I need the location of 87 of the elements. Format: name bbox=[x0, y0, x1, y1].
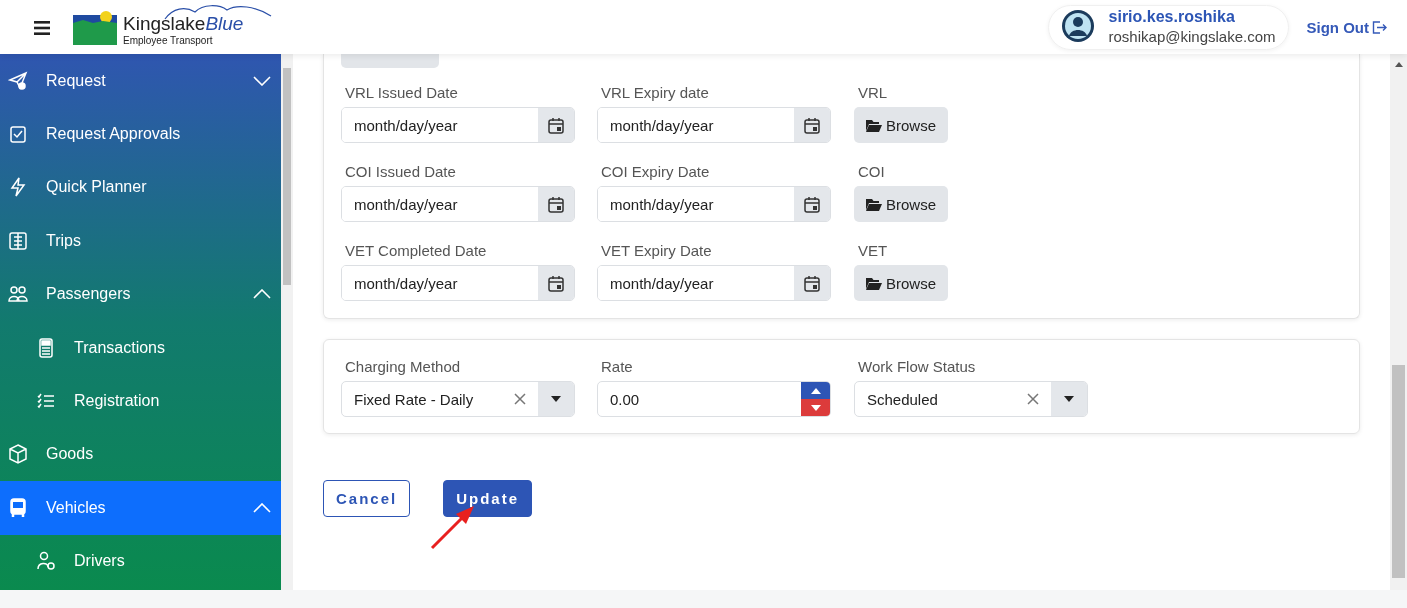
sidebar-label: Quick Planner bbox=[46, 178, 148, 197]
date-field[interactable]: month/day/year bbox=[341, 107, 575, 143]
field-label: Work Flow Status bbox=[857, 358, 977, 375]
calendar-icon bbox=[548, 116, 564, 134]
sidebar-label: Trips bbox=[46, 231, 82, 250]
check-icon bbox=[8, 124, 28, 145]
field-label: VET Expiry Date bbox=[600, 242, 713, 259]
sidebar-item[interactable]: Goods bbox=[0, 427, 281, 482]
avatar-icon bbox=[1060, 9, 1095, 43]
folder-icon bbox=[866, 276, 882, 290]
field-label: COI bbox=[857, 163, 885, 180]
dropdown-caret-icon[interactable] bbox=[551, 396, 561, 402]
calendar-icon bbox=[804, 116, 820, 134]
logo-icon bbox=[73, 9, 119, 45]
browse-button[interactable]: Browse bbox=[854, 265, 949, 301]
field-label: Rate bbox=[600, 358, 634, 375]
sidebar-item[interactable]: Vehicles bbox=[0, 481, 281, 535]
select-value: Scheduled bbox=[866, 389, 939, 410]
sidebar-label: Registration bbox=[74, 392, 161, 411]
sidebar-item[interactable]: Quick Planner bbox=[0, 160, 281, 215]
number-field[interactable]: 0.00 bbox=[597, 381, 831, 417]
sign-out-link[interactable]: Sign Out bbox=[1306, 18, 1387, 36]
clear-icon[interactable] bbox=[1027, 393, 1039, 405]
select-field[interactable]: Scheduled bbox=[854, 381, 1088, 417]
box-icon bbox=[8, 444, 28, 465]
date-field[interactable]: month/day/year bbox=[597, 107, 831, 143]
logo-tagline: Employee Transport bbox=[123, 34, 214, 46]
select-field[interactable]: Fixed Rate - Daily bbox=[341, 381, 575, 417]
user-email: roshikap@kingslake.com bbox=[1108, 27, 1276, 45]
driver-icon bbox=[36, 551, 56, 572]
field-label: COI Issued Date bbox=[344, 163, 457, 180]
sidebar-item[interactable]: Registration bbox=[0, 374, 281, 428]
sidebar-item[interactable]: Transactions bbox=[0, 320, 281, 375]
sidebar-item[interactable]: Passengers bbox=[0, 267, 281, 321]
sidebar-label: Drivers bbox=[74, 552, 126, 571]
logo-text: Kingslake bbox=[123, 14, 206, 35]
calendar-icon bbox=[804, 274, 820, 292]
update-button[interactable]: Update bbox=[443, 480, 533, 517]
sidebar-item[interactable]: Drivers bbox=[0, 534, 281, 588]
field-label: VRL Expiry date bbox=[600, 84, 710, 101]
plane-icon bbox=[8, 70, 28, 91]
increment-icon[interactable] bbox=[801, 382, 830, 399]
date-field[interactable]: month/day/year bbox=[597, 265, 831, 301]
sidebar-item[interactable]: Trips bbox=[0, 214, 281, 268]
field-label: VRL bbox=[857, 84, 888, 101]
sidebar-item[interactable]: Request Approvals bbox=[0, 107, 281, 161]
scroll-up-icon[interactable] bbox=[1395, 62, 1403, 67]
folder-icon bbox=[866, 118, 882, 132]
date-field[interactable]: month/day/year bbox=[341, 265, 575, 301]
sidebar-label: Vehicles bbox=[46, 498, 107, 517]
dropdown-caret-icon[interactable] bbox=[1064, 396, 1074, 402]
logo-text: Blue bbox=[205, 14, 244, 35]
browse-button[interactable]: Browse bbox=[854, 186, 949, 222]
select-value: Fixed Rate - Daily bbox=[353, 389, 475, 410]
field-label: VRL Issued Date bbox=[344, 84, 459, 101]
people-icon bbox=[8, 284, 28, 305]
sign-out-icon bbox=[1372, 20, 1387, 34]
scrollbar[interactable] bbox=[281, 54, 293, 590]
folder-icon bbox=[866, 197, 882, 211]
building-icon bbox=[8, 230, 28, 251]
scrollbar[interactable] bbox=[1390, 54, 1407, 590]
browse-button[interactable]: Browse bbox=[854, 107, 949, 143]
calendar-icon bbox=[548, 274, 564, 292]
sidebar-label: Passengers bbox=[46, 285, 132, 304]
field-label: VET bbox=[857, 242, 888, 259]
bolt-icon bbox=[8, 177, 28, 198]
date-field[interactable]: month/day/year bbox=[597, 186, 831, 222]
calendar-icon bbox=[804, 195, 820, 213]
field-label: Charging Method bbox=[344, 358, 462, 375]
sidebar-item[interactable]: Request bbox=[0, 54, 281, 108]
cancel-button[interactable]: Cancel bbox=[323, 480, 411, 517]
rate-value: 0.00 bbox=[609, 389, 641, 410]
field-label: COI Expiry Date bbox=[600, 163, 711, 180]
decrement-icon[interactable] bbox=[801, 399, 830, 416]
menu-icon[interactable] bbox=[34, 21, 50, 35]
field-label: VET Completed Date bbox=[344, 242, 488, 259]
bus-icon bbox=[8, 497, 28, 518]
user-name: sirio.kes.roshika bbox=[1108, 7, 1236, 26]
user-card[interactable]: sirio.kes.roshika roshikap@kingslake.com bbox=[1047, 4, 1289, 50]
calendar-icon bbox=[548, 195, 564, 213]
calc-icon bbox=[36, 337, 56, 358]
sidebar-label: Request bbox=[46, 71, 107, 90]
clear-icon[interactable] bbox=[514, 393, 526, 405]
sidebar-label: Goods bbox=[46, 445, 95, 464]
sidebar-label: Request Approvals bbox=[46, 125, 182, 144]
sidebar-label: Transactions bbox=[74, 338, 166, 357]
date-field[interactable]: month/day/year bbox=[341, 186, 575, 222]
